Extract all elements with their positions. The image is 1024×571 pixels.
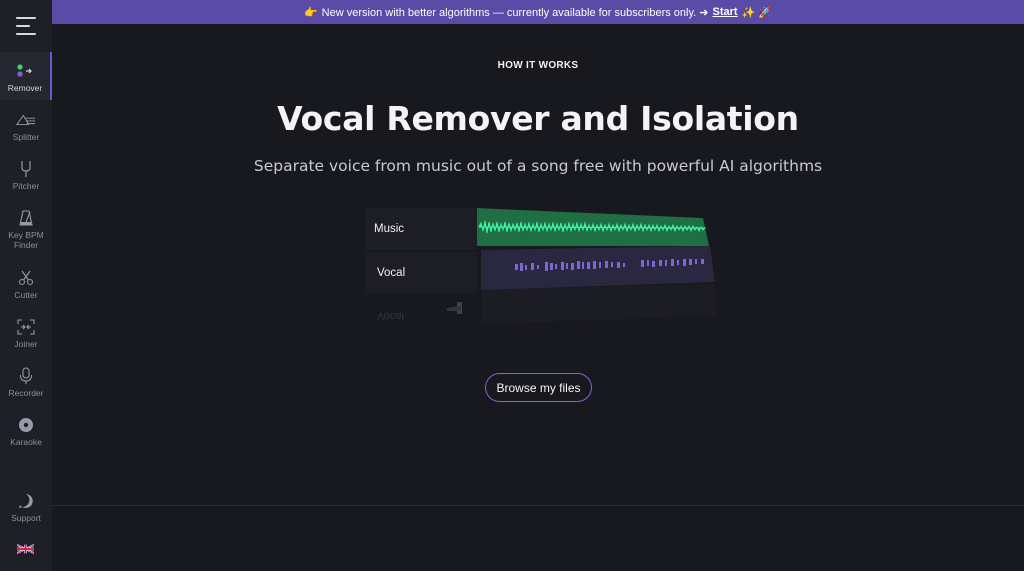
sidebar: Remover Splitter Pitcher Key BPM Finder	[0, 0, 52, 571]
start-link[interactable]: Start	[713, 6, 738, 18]
sidebar-item-support[interactable]: ? Support	[0, 482, 52, 530]
remover-icon	[15, 62, 35, 80]
sidebar-item-cutter[interactable]: Cutter	[0, 259, 52, 307]
section-kicker: HOW IT WORKS	[497, 60, 579, 71]
joiner-icon	[16, 318, 36, 336]
metronome-icon	[16, 209, 36, 227]
uk-flag-icon[interactable]	[17, 543, 34, 555]
sidebar-item-label: Splitter	[12, 132, 40, 142]
sidebar-item-splitter[interactable]: Splitter	[0, 101, 52, 149]
sidebar-item-label: Support	[11, 513, 41, 523]
page-subtitle: Separate voice from music out of a song …	[253, 157, 823, 175]
sidebar-item-label: Karaoke	[10, 437, 42, 447]
main-content: HOW IT WORKS Vocal Remover and Isolation…	[52, 24, 1024, 571]
track-music: Music	[365, 208, 477, 250]
sidebar-item-pitcher[interactable]: Pitcher	[0, 150, 52, 198]
track-label: Music	[374, 223, 405, 235]
hamburger-menu-icon[interactable]	[0, 0, 52, 52]
sidebar-item-karaoke[interactable]: Karaoke	[0, 406, 52, 454]
sidebar-item-label: Joiner	[14, 339, 38, 349]
sidebar-item-label: Remover	[7, 83, 43, 93]
browse-files-button[interactable]: Browse my files	[485, 373, 592, 402]
svg-text:?: ?	[23, 497, 29, 507]
help-icon: ?	[16, 492, 36, 510]
disc-icon	[16, 416, 36, 434]
page-title: Vocal Remover and Isolation	[277, 99, 799, 138]
sidebar-item-recorder[interactable]: Recorder	[0, 357, 52, 405]
microphone-icon	[16, 367, 36, 385]
pointing-hand-icon: 👉	[303, 6, 318, 19]
track-vocal: Vocal	[365, 252, 477, 294]
sidebar-item-key-bpm-finder[interactable]: Key BPM Finder	[0, 199, 52, 250]
track-label: Vocal	[377, 267, 406, 279]
tuning-fork-icon	[16, 160, 36, 178]
banner-text: New version with better algorithms — cur…	[321, 6, 709, 19]
sidebar-item-label: Key BPM Finder	[8, 230, 44, 250]
sidebar-item-joiner[interactable]: Joiner	[0, 308, 52, 356]
sparkles-rocket-icon: ✨ 🚀	[741, 6, 773, 19]
sidebar-item-label: Cutter	[14, 290, 38, 300]
demo-illustration: Music Vocal Vocal	[365, 206, 717, 336]
sidebar-item-remover[interactable]: Remover	[0, 52, 52, 100]
sidebar-item-label: Recorder	[8, 388, 44, 398]
track-reflection: Vocal	[377, 310, 404, 322]
footer-divider	[52, 505, 1024, 506]
sidebar-item-label: Pitcher	[12, 181, 40, 191]
scissors-icon	[16, 269, 36, 287]
splitter-icon	[16, 111, 36, 129]
announcement-banner: 👉 New version with better algorithms — c…	[52, 0, 1024, 24]
